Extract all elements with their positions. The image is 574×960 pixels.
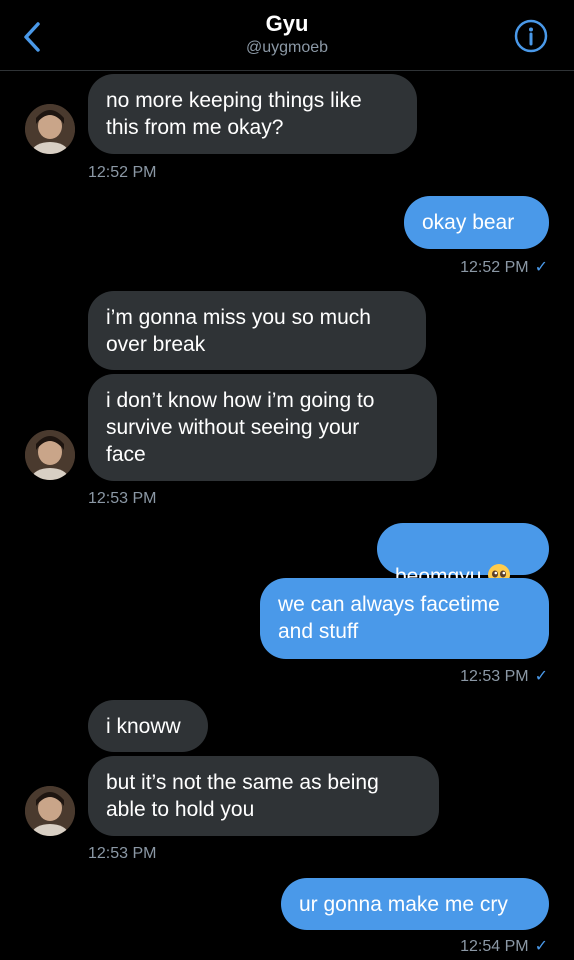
message-bubble-received[interactable]: but it’s not the same as being able to h… (88, 756, 439, 836)
message-bubble-received[interactable]: i knoww (88, 700, 208, 752)
conversation-header: Gyu @uygmoeb (0, 0, 574, 71)
message-timestamp: 12:52 PM (88, 164, 157, 181)
checkmark-icon: ✓ (534, 938, 548, 955)
timestamp-text: 12:53 PM (460, 668, 529, 685)
message-timestamp-read: 12:54 PM ✓ (460, 937, 548, 957)
message-timestamp-read: 12:53 PM ✓ (460, 667, 548, 687)
conversation-title[interactable]: Gyu @uygmoeb (0, 10, 574, 58)
message-bubble-received[interactable]: no more keeping things like this from me… (88, 74, 417, 154)
message-bubble-received[interactable]: i’m gonna miss you so much over break (88, 291, 426, 370)
checkmark-icon: ✓ (534, 668, 548, 685)
info-circle-icon (514, 19, 548, 53)
message-bubble-sent[interactable]: we can always facetime and stuff (260, 578, 549, 659)
timestamp-text: 12:54 PM (460, 938, 529, 955)
contact-avatar[interactable] (25, 430, 75, 480)
timestamp-text: 12:52 PM (460, 259, 529, 276)
contact-avatar[interactable] (25, 104, 75, 154)
message-bubble-sent[interactable]: okay bear (404, 196, 549, 249)
message-timestamp: 12:53 PM (88, 490, 157, 507)
checkmark-icon: ✓ (534, 259, 548, 276)
message-bubble-received[interactable]: i don’t know how i’m going to survive wi… (88, 374, 437, 481)
contact-handle: @uygmoeb (245, 39, 329, 56)
message-bubble-sent[interactable]: beomgyu (377, 523, 549, 588)
message-bubble-sent[interactable]: ur gonna make me cry (281, 878, 549, 930)
info-button[interactable] (514, 19, 548, 53)
avatar-photo (25, 430, 75, 480)
avatar-photo (25, 104, 75, 154)
message-timestamp: 12:53 PM (88, 845, 157, 862)
avatar-photo (25, 786, 75, 836)
contact-name: Gyu (265, 11, 309, 36)
contact-avatar[interactable] (25, 786, 75, 836)
message-timestamp-read: 12:52 PM ✓ (460, 258, 548, 278)
